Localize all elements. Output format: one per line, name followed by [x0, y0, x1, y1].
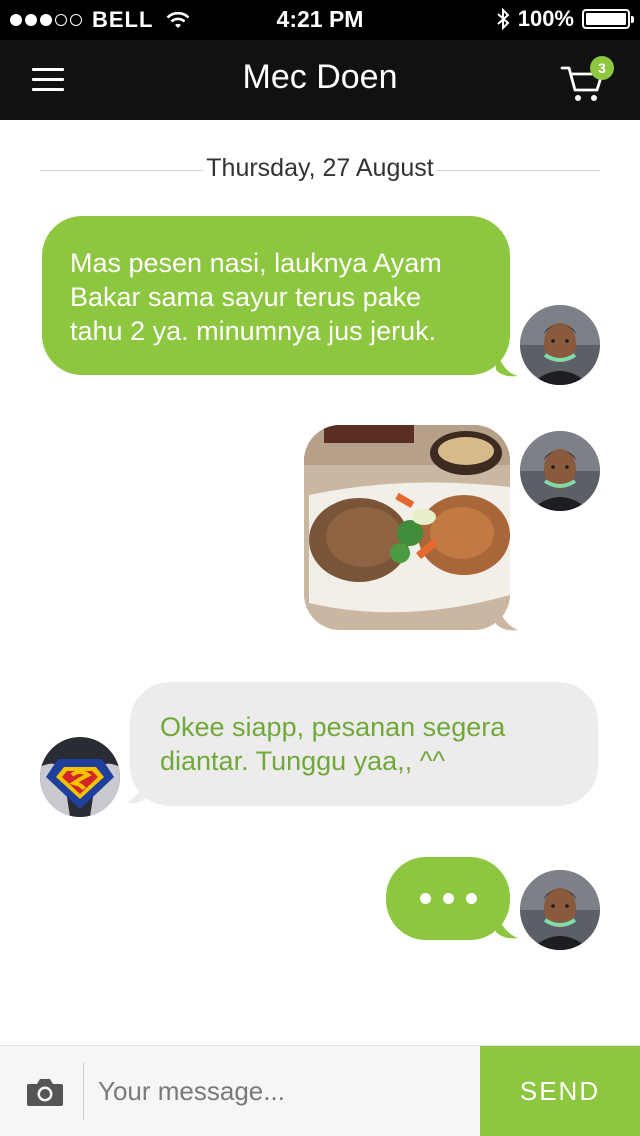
message-input[interactable] — [98, 1068, 468, 1114]
user-avatar-image — [520, 431, 600, 511]
typing-dot — [419, 893, 431, 904]
battery-percent: 100% — [517, 6, 574, 31]
contact-avatar-image — [40, 737, 120, 817]
user-avatar[interactable] — [520, 305, 600, 385]
chat-title: Mec Doen — [242, 58, 398, 96]
message-text-line: diantar. Tunggu yaa,, ^^ — [160, 746, 446, 776]
status-right: 100% — [496, 6, 634, 32]
camera-button[interactable] — [26, 1076, 64, 1108]
message-composer: SEND — [0, 1045, 640, 1136]
message-text-line: Mas pesen nasi, lauknya Ayam — [70, 248, 442, 278]
user-avatar-image — [520, 305, 600, 385]
message-text-line: Okee siapp, pesanan segera — [160, 712, 506, 742]
food-photo-image — [304, 425, 510, 630]
typing-dot — [442, 893, 454, 904]
nav-bar: Mec Doen 3 — [0, 40, 640, 120]
camera-icon — [27, 1079, 63, 1106]
sent-image-bubble[interactable] — [304, 425, 510, 630]
send-button[interactable]: SEND — [480, 1046, 640, 1136]
battery-icon — [582, 9, 634, 29]
cart-button[interactable]: 3 — [560, 56, 620, 102]
cart-count-badge: 3 — [590, 56, 614, 80]
message-text-line: Bakar sama sayur terus pake — [70, 282, 422, 312]
typing-dot — [465, 893, 477, 904]
bubble-tail — [496, 600, 518, 631]
bluetooth-icon — [497, 8, 510, 30]
sent-message-bubble[interactable]: Mas pesen nasi, lauknya Ayam Bakar sama … — [42, 216, 510, 375]
message-text-line: tahu 2 ya. minumnya jus jeruk. — [70, 316, 437, 346]
date-label: Thursday, 27 August — [204, 154, 436, 182]
typing-indicator-bubble — [386, 857, 510, 940]
date-separator: Thursday, 27 August — [40, 152, 600, 188]
composer-divider — [83, 1062, 84, 1120]
user-avatar[interactable] — [520, 870, 600, 950]
contact-avatar[interactable] — [40, 737, 120, 817]
user-avatar-image — [520, 870, 600, 950]
status-bar: BELL 4:21 PM 100% — [0, 0, 640, 40]
received-message-bubble[interactable]: Okee siapp, pesanan segera diantar. Tung… — [130, 682, 598, 806]
user-avatar[interactable] — [520, 431, 600, 511]
